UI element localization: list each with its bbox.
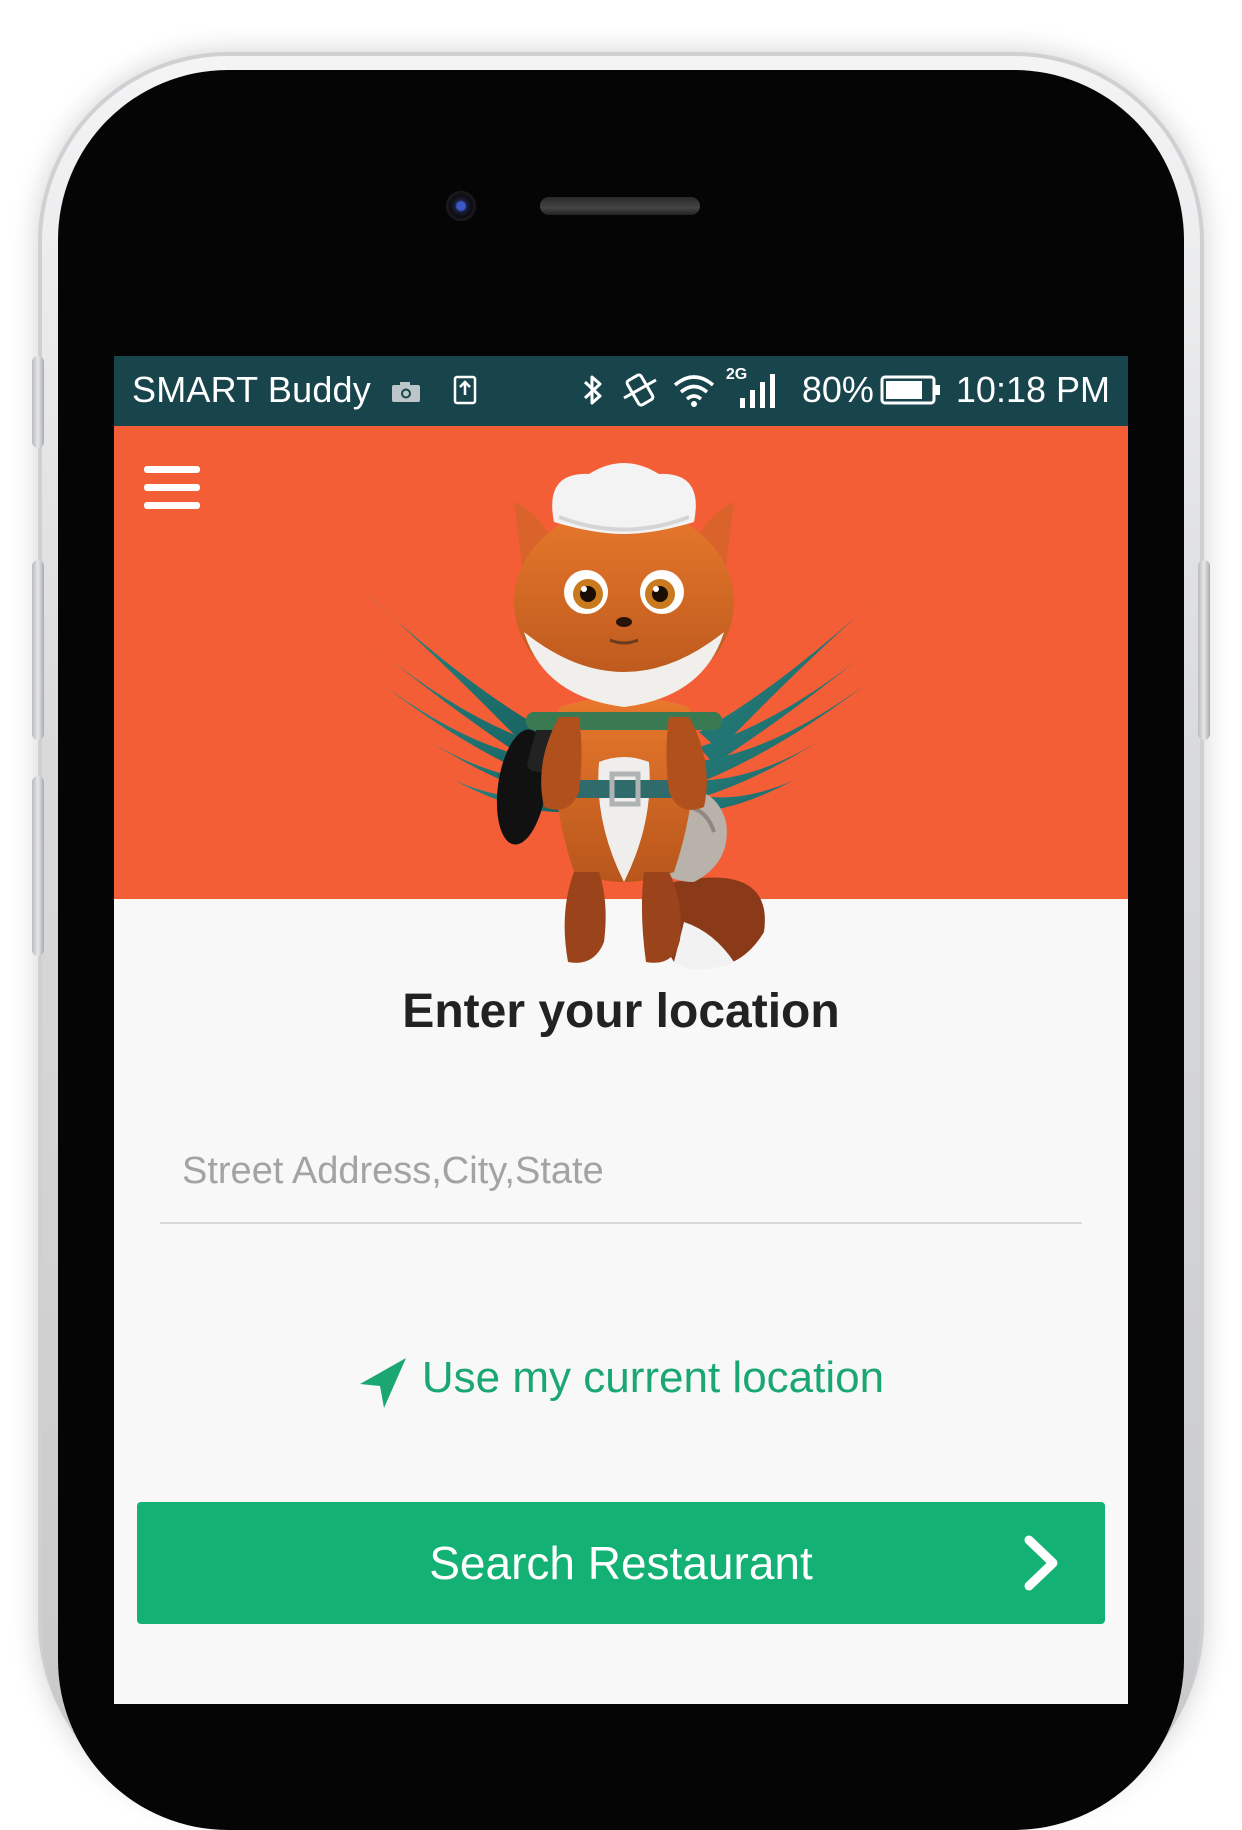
hamburger-menu-icon[interactable] <box>144 464 200 510</box>
status-carrier-group: SMART Buddy <box>132 369 477 411</box>
current-location-label: Use my current location <box>421 1353 885 1402</box>
bluetooth-icon <box>583 375 602 405</box>
location-arrow-icon <box>359 1358 406 1408</box>
volume-up-button <box>32 560 44 740</box>
screenshot-icon <box>392 382 421 402</box>
battery-icon <box>880 375 940 405</box>
address-input[interactable] <box>160 1146 1082 1196</box>
search-button-label: Search Restaurant <box>429 1537 813 1589</box>
vibrate-icon <box>623 373 657 407</box>
status-bar: SMART Buddy 2G 80% 10:18 PM <box>114 356 1128 426</box>
carrier-name: SMART Buddy <box>132 369 371 410</box>
earpiece-speaker <box>540 197 700 215</box>
battery-percent: 80% <box>801 369 874 410</box>
signal-icon <box>739 374 775 408</box>
status-right-group: 2G 80% 10:18 PM <box>580 366 1110 411</box>
app-screen: SMART Buddy 2G 80% 10:18 PM Enter your l… <box>114 356 1128 1704</box>
search-restaurant-button[interactable]: Search Restaurant <box>137 1502 1105 1624</box>
clock: 10:18 PM <box>955 369 1110 410</box>
wifi-icon <box>673 375 714 407</box>
use-current-location-link[interactable]: Use my current location <box>114 1346 1128 1410</box>
page-title: Enter your location <box>402 985 840 1038</box>
mute-switch <box>32 356 44 448</box>
fox-chef-mascot <box>362 463 886 970</box>
upload-icon <box>454 375 477 405</box>
power-button <box>1198 560 1210 740</box>
chevron-right-icon <box>1024 1535 1058 1591</box>
cell-signal: 2G <box>726 366 782 410</box>
front-camera <box>446 191 476 221</box>
input-underline <box>160 1222 1082 1224</box>
volume-down-button <box>32 776 44 956</box>
